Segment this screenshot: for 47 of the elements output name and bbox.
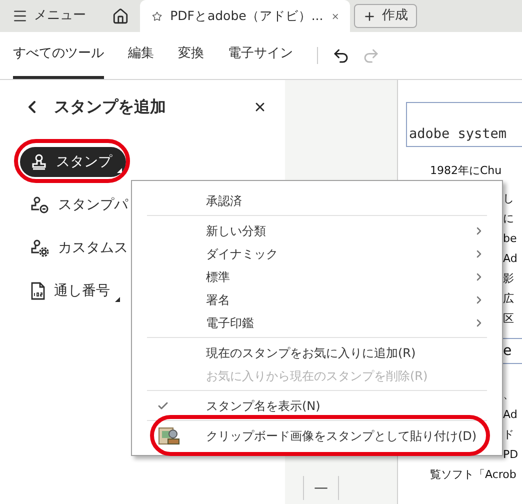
stamp-icon xyxy=(30,153,48,171)
document-heading: e xyxy=(503,342,512,361)
home-icon xyxy=(112,8,128,24)
document-text: Ad xyxy=(503,251,518,267)
zoom-out-button[interactable]: — xyxy=(303,476,339,500)
menu-item[interactable]: 署名 xyxy=(132,288,502,311)
plus-icon xyxy=(363,10,376,22)
menu-item[interactable]: 電子印鑑 xyxy=(132,311,502,334)
clipboard-stamp-icon xyxy=(158,426,180,446)
stamp-gear-icon xyxy=(30,239,50,257)
title-field[interactable]: adobe system xyxy=(406,102,522,147)
undo-icon xyxy=(332,46,350,64)
menu-item[interactable]: 標準 xyxy=(132,265,502,288)
toolbar-tab[interactable]: 電子サイン xyxy=(228,32,293,79)
document-text: し xyxy=(503,191,514,207)
document-text: 1982年にChu xyxy=(430,163,502,179)
menu-item[interactable]: スタンプ名を表示(N) xyxy=(132,394,502,417)
document-text: be xyxy=(503,231,517,247)
menu-button[interactable]: メニュー xyxy=(0,0,100,32)
stamp-tool-item[interactable]: 通し番号 xyxy=(20,276,124,306)
document-text: 広 xyxy=(503,291,514,307)
stamp-tool-item[interactable]: スタンプ xyxy=(20,147,126,177)
menu-item[interactable]: クリップボード画像をスタンプとして貼り付け(D) xyxy=(132,424,502,447)
panel-title: スタンプを追加 xyxy=(54,96,167,118)
submenu-corner-icon xyxy=(117,168,122,173)
toolbar-tab[interactable]: 編集 xyxy=(128,32,154,79)
document-text: 、 xyxy=(503,387,514,403)
close-icon[interactable] xyxy=(253,100,267,114)
redo-icon xyxy=(362,46,380,64)
document-text: Ad xyxy=(503,407,518,423)
document-text: に xyxy=(503,211,514,227)
menu-item[interactable]: 現在のスタンプをお気に入りに追加(R) xyxy=(132,341,502,364)
toolbar-tab[interactable]: すべてのツール xyxy=(13,32,104,79)
document-text: 影 xyxy=(503,271,514,287)
submenu-corner-icon xyxy=(115,297,120,302)
numbered-file-icon xyxy=(30,282,46,300)
document-tab[interactable]: PDFとadobe（アドビ）... xyxy=(140,0,350,32)
menu-icon xyxy=(12,8,28,24)
document-text: PD xyxy=(503,447,518,463)
create-button[interactable]: 作成 xyxy=(354,4,417,28)
toolbar-tab[interactable]: 変換 xyxy=(178,32,204,79)
tab-title: PDFとadobe（アドビ）... xyxy=(170,6,324,25)
check-icon xyxy=(157,400,169,412)
stamp-palette-icon xyxy=(30,196,50,214)
document-text: 区 xyxy=(503,311,514,327)
document-text: ド xyxy=(503,427,514,443)
document-text: 覧ソフト「Acrob xyxy=(430,467,516,483)
